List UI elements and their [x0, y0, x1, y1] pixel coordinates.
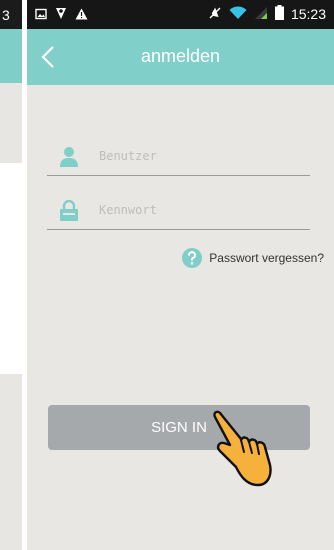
lock-icon	[59, 199, 79, 222]
adjacent-panel-lower	[0, 374, 22, 550]
sign-in-button[interactable]: SIGN IN	[48, 405, 310, 450]
page-title: anmelden	[140, 46, 221, 66]
username-underline	[47, 175, 310, 176]
login-screen: 15:23 anmelden Passwort vergessen? SIGN …	[27, 0, 334, 550]
app-header: anmelden	[27, 29, 334, 85]
password-input[interactable]	[99, 198, 304, 222]
password-field[interactable]	[47, 190, 310, 230]
warning-icon	[75, 7, 88, 25]
user-icon	[59, 146, 79, 168]
username-field[interactable]	[47, 136, 310, 176]
battery-icon	[274, 5, 284, 23]
password-underline	[47, 229, 310, 230]
adjacent-panel	[0, 83, 22, 163]
image-notification-icon	[35, 7, 47, 25]
adjacent-status-bar: 3	[0, 0, 22, 29]
adjacent-screen-sliver: 3	[0, 0, 22, 550]
forgot-password-label: Passwort vergessen?	[209, 251, 324, 265]
forgot-password-link[interactable]: Passwort vergessen?	[182, 248, 324, 268]
wifi-icon	[229, 5, 247, 23]
adjacent-status-digit: 3	[2, 7, 10, 23]
status-time: 15:23	[290, 6, 326, 22]
location-icon	[55, 6, 67, 25]
question-icon	[182, 248, 203, 268]
username-input[interactable]	[99, 144, 304, 168]
adjacent-header	[0, 29, 22, 83]
signal-icon	[254, 6, 268, 23]
mute-icon	[208, 6, 222, 23]
status-bar: 15:23	[27, 0, 334, 29]
